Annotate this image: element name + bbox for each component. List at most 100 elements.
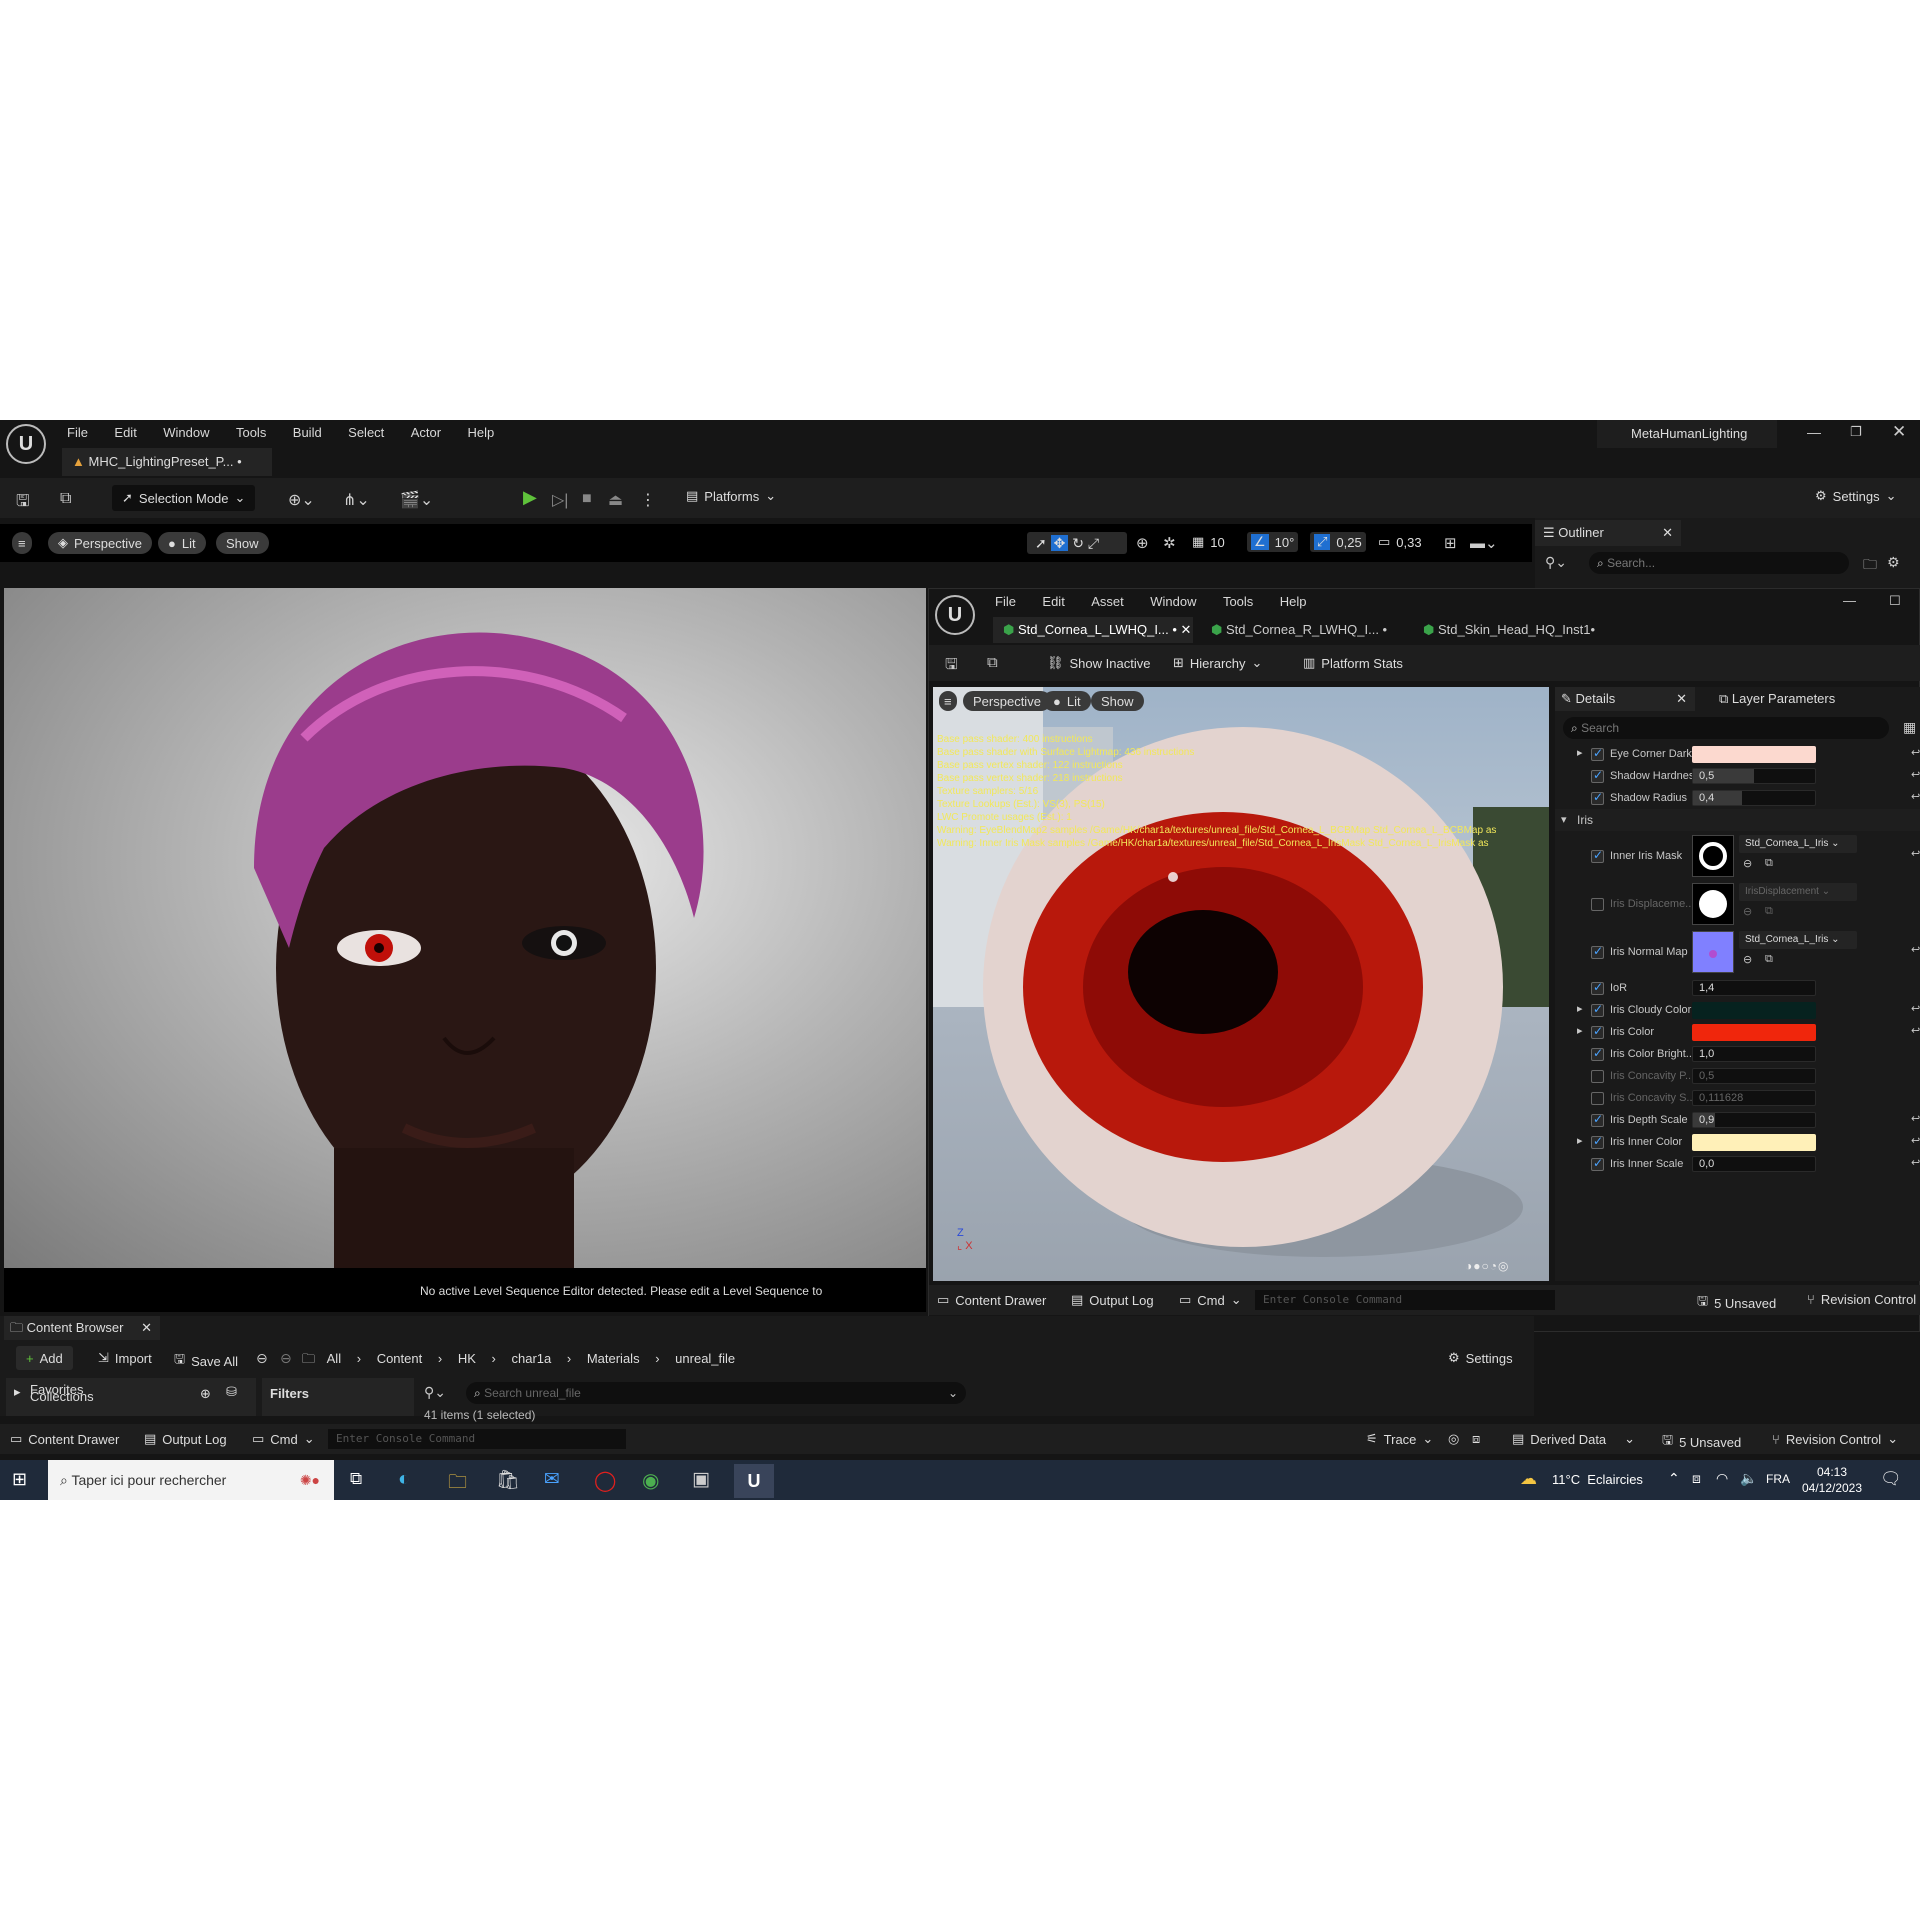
browse-asset-icon[interactable]: ⧉ bbox=[1765, 857, 1773, 870]
param-checkbox[interactable] bbox=[1591, 848, 1604, 863]
browse-icon[interactable]: ⧉ bbox=[60, 490, 71, 508]
param-checkbox[interactable] bbox=[1591, 1112, 1604, 1127]
menu-file[interactable]: File bbox=[67, 425, 88, 440]
filter-icon[interactable]: ⚲⌄ bbox=[1545, 554, 1567, 571]
outliner-settings-icon[interactable]: ⚙ bbox=[1887, 554, 1900, 571]
reset-arrow-icon[interactable]: ↩ bbox=[1911, 847, 1920, 860]
param-checkbox[interactable] bbox=[1591, 944, 1604, 959]
reset-arrow-icon[interactable]: ↩ bbox=[1911, 768, 1920, 781]
store-icon[interactable]: 🛍 bbox=[496, 1468, 520, 1492]
unreal-taskbar-icon[interactable]: U bbox=[734, 1464, 774, 1498]
me-content-drawer-button[interactable]: ▭ Content Drawer bbox=[937, 1292, 1046, 1308]
view-options-icon[interactable]: ▦ bbox=[1903, 719, 1916, 736]
param-checkbox[interactable] bbox=[1591, 1046, 1604, 1061]
me-menu-window[interactable]: Window bbox=[1150, 594, 1196, 609]
me-console-input[interactable]: Enter Console Command bbox=[1255, 1290, 1555, 1310]
reset-arrow-icon[interactable]: ↩ bbox=[1911, 1134, 1920, 1147]
unreal-logo[interactable]: U bbox=[6, 424, 46, 464]
content-drawer-button[interactable]: ▭ Content Drawer bbox=[10, 1431, 119, 1447]
derived-data-button[interactable]: ▤ Derived Data ⌄ bbox=[1512, 1431, 1635, 1447]
details-tab[interactable]: ✎ Details ✕ bbox=[1555, 687, 1695, 711]
me-viewport-menu-button[interactable]: ≡ bbox=[939, 691, 957, 711]
volume-icon[interactable]: 🔈 bbox=[1740, 1470, 1757, 1487]
menu-edit[interactable]: Edit bbox=[114, 425, 136, 440]
weather-text[interactable]: 11°C Eclaircies bbox=[1552, 1472, 1643, 1487]
texture-thumbnail[interactable] bbox=[1692, 931, 1734, 973]
platforms-button[interactable]: ▤ Platforms ⌄ bbox=[686, 488, 776, 504]
save-all-button[interactable]: 🖫 Save All bbox=[174, 1350, 238, 1372]
level-tab[interactable]: ▲ MHC_LightingPreset_P... • bbox=[62, 448, 272, 476]
scale-tool-icon[interactable]: ⤢ bbox=[1088, 535, 1099, 551]
me-menu-file[interactable]: File bbox=[995, 594, 1016, 609]
me-lit-button[interactable]: ● Lit bbox=[1043, 691, 1091, 711]
history-forward-icon[interactable]: ⊖ bbox=[280, 1350, 292, 1367]
settings-button[interactable]: ⚙ Settings ⌄ bbox=[1815, 488, 1897, 504]
expand-arrow-icon[interactable]: ▸ bbox=[1577, 746, 1583, 759]
save-icon[interactable]: 🖫 bbox=[16, 490, 30, 517]
shadow-hardness-slider[interactable]: 0,5 bbox=[1692, 768, 1816, 784]
content-browser-tab[interactable]: 🗀 Content Browser ✕ bbox=[4, 1316, 160, 1340]
filters-label[interactable]: Filters bbox=[270, 1386, 309, 1401]
param-checkbox[interactable] bbox=[1591, 898, 1604, 911]
menu-tools[interactable]: Tools bbox=[236, 425, 266, 440]
add-collection-icon[interactable]: ⊕ bbox=[200, 1386, 211, 1402]
iris-inner-scale-field[interactable]: 0,0 bbox=[1692, 1156, 1816, 1172]
expand-arrow-icon[interactable]: ▸ bbox=[1577, 1002, 1583, 1015]
reset-arrow-icon[interactable]: ↩ bbox=[1911, 1112, 1920, 1125]
iris-concavity-power-field[interactable]: 0,5 bbox=[1692, 1068, 1816, 1084]
output-log-button[interactable]: ▤ Output Log bbox=[144, 1431, 227, 1447]
me-show-button[interactable]: Show bbox=[1091, 691, 1144, 711]
filter-icon[interactable]: ⚲⌄ bbox=[424, 1384, 446, 1401]
me-revision-control-button[interactable]: ⑂ Revision Control bbox=[1807, 1292, 1916, 1307]
texture-dropdown[interactable]: Std_Cornea_L_Iris ⌄ bbox=[1739, 835, 1857, 853]
me-menu-edit[interactable]: Edit bbox=[1042, 594, 1064, 609]
me-perspective-button[interactable]: Perspective bbox=[963, 691, 1051, 711]
import-button[interactable]: ⇲ Import bbox=[98, 1350, 152, 1366]
expand-arrow-icon[interactable]: ▸ bbox=[1577, 1134, 1583, 1147]
me-browse-icon[interactable]: ⧉ bbox=[987, 654, 998, 671]
breadcrumb-item[interactable]: unreal_file bbox=[675, 1351, 735, 1366]
chevron-down-icon[interactable]: ⌄ bbox=[948, 1382, 958, 1404]
browse-asset-icon[interactable]: ⧉ bbox=[1765, 953, 1773, 966]
shadow-radius-slider[interactable]: 0,4 bbox=[1692, 790, 1816, 806]
menu-window[interactable]: Window bbox=[163, 425, 209, 440]
outliner-search[interactable]: ⌕ Search... bbox=[1589, 552, 1849, 574]
me-tab-skin-head[interactable]: ⬢ Std_Skin_Head_HQ_Inst1• bbox=[1423, 617, 1623, 643]
language-indicator[interactable]: FRA bbox=[1766, 1472, 1790, 1486]
chrome-icon[interactable]: ◉ bbox=[642, 1468, 659, 1493]
param-checkbox[interactable] bbox=[1591, 1002, 1604, 1017]
maximize-viewport-icon[interactable]: ⊞ bbox=[1444, 534, 1457, 552]
breadcrumb-item[interactable]: Content bbox=[377, 1351, 423, 1366]
revision-control-button[interactable]: ⑂ Revision Control ⌄ bbox=[1772, 1431, 1898, 1447]
cmd-button[interactable]: ▭ Cmd ⌄ bbox=[252, 1431, 315, 1447]
history-back-icon[interactable]: ⊖ bbox=[256, 1350, 268, 1367]
step-icon[interactable]: ▷| bbox=[552, 490, 568, 510]
scale-snap-button[interactable]: ⤢ 0,25 bbox=[1310, 532, 1366, 552]
collections-label[interactable]: Collections bbox=[30, 1389, 94, 1404]
add-button[interactable]: + Add bbox=[16, 1346, 73, 1370]
breadcrumb-item[interactable]: All bbox=[327, 1351, 341, 1366]
close-tab-icon[interactable]: ✕ bbox=[1662, 520, 1673, 546]
blueprint-icon[interactable]: ⋔⌄ bbox=[343, 490, 370, 510]
me-maximize-icon[interactable]: ☐ bbox=[1889, 593, 1901, 609]
file-explorer-icon[interactable]: 🗀 bbox=[448, 1468, 467, 1500]
menu-actor[interactable]: Actor bbox=[411, 425, 441, 440]
param-checkbox[interactable] bbox=[1591, 1134, 1604, 1149]
reset-arrow-icon[interactable]: ↩ bbox=[1911, 790, 1920, 803]
world-local-icon[interactable]: ⊕ bbox=[1136, 534, 1149, 552]
lit-button[interactable]: ● Lit bbox=[158, 532, 206, 554]
screenshot-icon[interactable]: ⧈ bbox=[1472, 1431, 1480, 1447]
trace-button[interactable]: ⚟ Trace ⌄ bbox=[1366, 1431, 1433, 1447]
tray-app-icon[interactable]: ⧈ bbox=[1692, 1470, 1701, 1487]
eye-corner-color-swatch[interactable] bbox=[1692, 746, 1816, 763]
breadcrumb-item[interactable]: char1a bbox=[511, 1351, 551, 1366]
tray-chevron-icon[interactable]: ⌃ bbox=[1668, 1470, 1680, 1487]
mail-icon[interactable]: ✉ bbox=[544, 1468, 560, 1491]
reset-arrow-icon[interactable]: ↩ bbox=[1911, 1024, 1920, 1037]
notifications-icon[interactable]: 🗨 bbox=[1880, 1469, 1902, 1489]
browse-asset-icon[interactable]: ⧉ bbox=[1765, 905, 1773, 918]
menu-build[interactable]: Build bbox=[293, 425, 322, 440]
play-icon[interactable]: ▶ bbox=[523, 487, 537, 508]
app-icon[interactable]: ▣ bbox=[692, 1468, 710, 1491]
camera-speed-button[interactable]: ▭ 0,33 bbox=[1378, 534, 1422, 550]
